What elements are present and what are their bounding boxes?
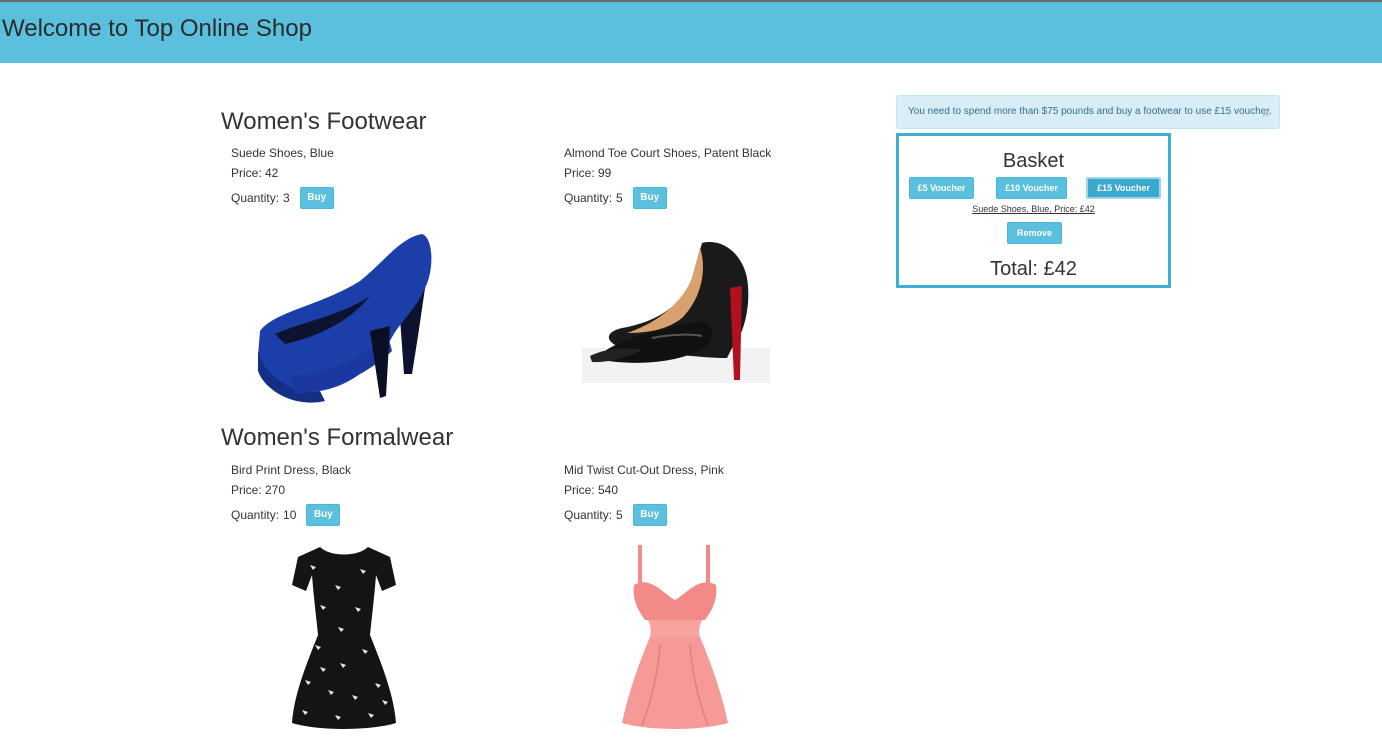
product-name: Bird Print Dress, Black [231,463,352,477]
quantity-label: Quantity: [564,507,613,522]
voucher-15-button[interactable]: £15 Voucher [1086,177,1161,199]
buy-button[interactable]: Buy [306,503,341,526]
product-name: Almond Toe Court Shoes, Patent Black [564,146,772,160]
black-patent-court-shoe-icon[interactable] [582,238,770,383]
product-price: Price: 270 [231,483,286,497]
section-title-formalwear: Women's Formalwear [221,424,454,451]
quantity-label: Quantity: [231,190,280,205]
close-icon[interactable]: × [1262,97,1270,129]
product-price: Price: 99 [564,166,612,180]
buy-button[interactable]: Buy [632,503,667,526]
buy-button[interactable]: Buy [299,186,334,209]
voucher-10-button[interactable]: £10 Voucher [996,177,1067,199]
header-bar: Welcome to Top Online Shop [0,2,1382,63]
section-title-footwear: Women's Footwear [221,108,427,135]
quantity-value: 3 [283,190,290,205]
blue-high-heel-shoe-icon[interactable] [250,226,440,416]
buy-button[interactable]: Buy [632,186,667,209]
product-name: Mid Twist Cut-Out Dress, Pink [564,463,724,477]
product-card: Mid Twist Cut-Out Dress, Pink Price: 540… [564,463,864,526]
quantity-value: 10 [283,507,297,522]
quantity-label: Quantity: [564,190,613,205]
alert-text: You need to spend more than $75 pounds a… [908,106,1272,117]
quantity-value: 5 [616,507,623,522]
basket-panel: Basket £5 Voucher £10 Voucher £15 Vouche… [896,133,1171,288]
basket-total: Total: £42 [990,258,1077,280]
remove-button[interactable]: Remove [1007,222,1062,244]
pink-cut-out-dress-icon[interactable] [620,545,730,730]
product-price: Price: 540 [564,483,619,497]
quantity-value: 5 [616,190,623,205]
product-card: Almond Toe Court Shoes, Patent Black Pri… [564,146,864,209]
quantity-label: Quantity: [231,507,280,522]
product-price: Price: 42 [231,166,279,180]
product-card: Bird Print Dress, Black Price: 270 Quant… [231,463,531,526]
voucher-5-button[interactable]: £5 Voucher [909,177,974,199]
product-card: Suede Shoes, Blue Price: 42 Quantity: 3 … [231,146,531,209]
product-name: Suede Shoes, Blue [231,146,334,160]
basket-title: Basket [1002,150,1065,172]
voucher-alert: You need to spend more than $75 pounds a… [896,95,1280,129]
basket-item[interactable]: Suede Shoes, Blue, Price: £42 [899,204,1168,214]
black-bird-print-dress-icon[interactable] [290,545,398,730]
site-title[interactable]: Welcome to Top Online Shop [2,15,312,43]
